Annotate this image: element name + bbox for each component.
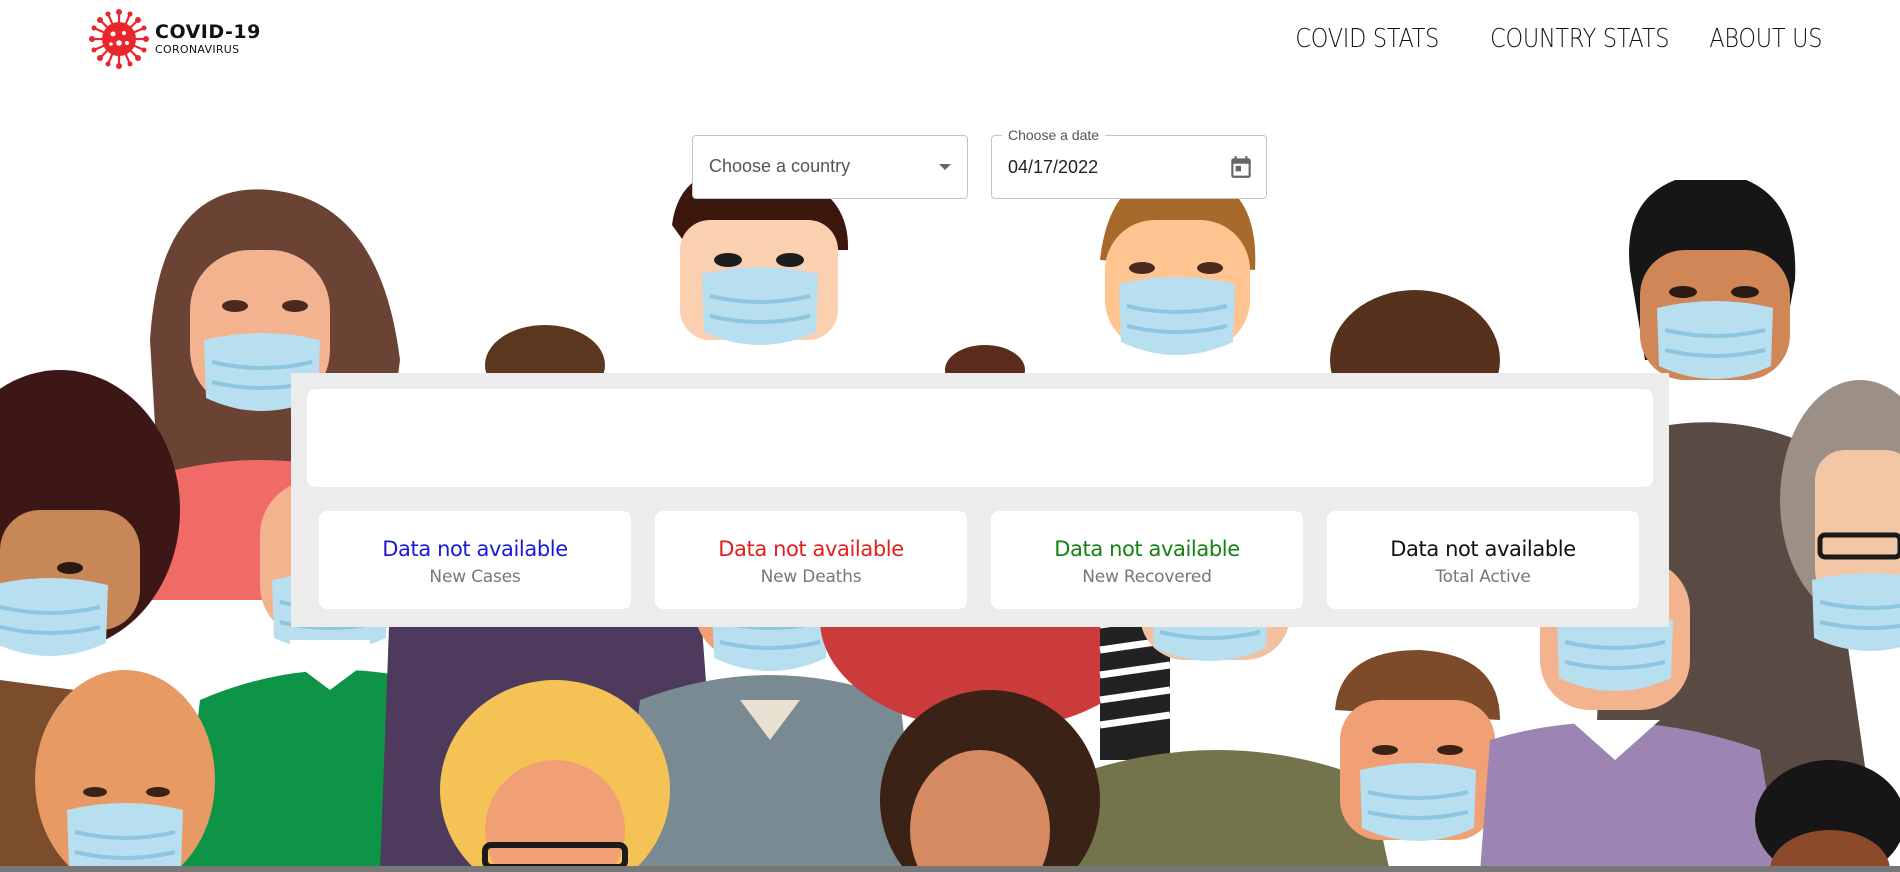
date-input[interactable]: Choose a date 04/17/2022	[991, 127, 1267, 199]
stat-value: Data not available	[1390, 537, 1576, 561]
main-nav: COVID STATS COUNTRY STATS ABOUT US	[1272, 24, 1822, 54]
stat-value: Data not available	[718, 537, 904, 561]
stat-label: New Recovered	[1082, 567, 1212, 587]
stat-label: New Deaths	[760, 567, 862, 587]
stat-value: Data not available	[382, 537, 568, 561]
nav-covid-stats[interactable]: COVID STATS	[1295, 24, 1439, 54]
summary-banner	[307, 389, 1653, 487]
country-placeholder: Choose a country	[709, 156, 851, 176]
logo[interactable]: COVID-19 CORONAVIRUS	[89, 9, 261, 69]
logo-subtitle: CORONAVIRUS	[155, 43, 240, 56]
nav-country-stats[interactable]: COUNTRY STATS	[1490, 24, 1669, 54]
header: COVID-19 CORONAVIRUS COVID STATS COUNTRY…	[0, 0, 1900, 80]
stat-label: Total Active	[1435, 567, 1531, 587]
stat-card-new-recovered: Data not available New Recovered	[991, 511, 1303, 609]
stat-card-new-cases: Data not available New Cases	[319, 511, 631, 609]
stat-card-total-active: Data not available Total Active	[1327, 511, 1639, 609]
logo-title: COVID-19	[155, 21, 261, 43]
country-select[interactable]: Choose a country	[692, 135, 968, 199]
date-value: 04/17/2022	[1008, 157, 1099, 177]
calendar-icon[interactable]	[1228, 154, 1254, 180]
stat-card-new-deaths: Data not available New Deaths	[655, 511, 967, 609]
stat-label: New Cases	[429, 567, 521, 587]
stats-panel: Data not available New Cases Data not av…	[291, 373, 1669, 627]
date-label: Choose a date	[1002, 127, 1106, 143]
nav-about-us[interactable]: ABOUT US	[1709, 24, 1822, 54]
chevron-down-icon	[939, 164, 951, 170]
virus-icon	[89, 9, 149, 69]
stat-value: Data not available	[1054, 537, 1240, 561]
